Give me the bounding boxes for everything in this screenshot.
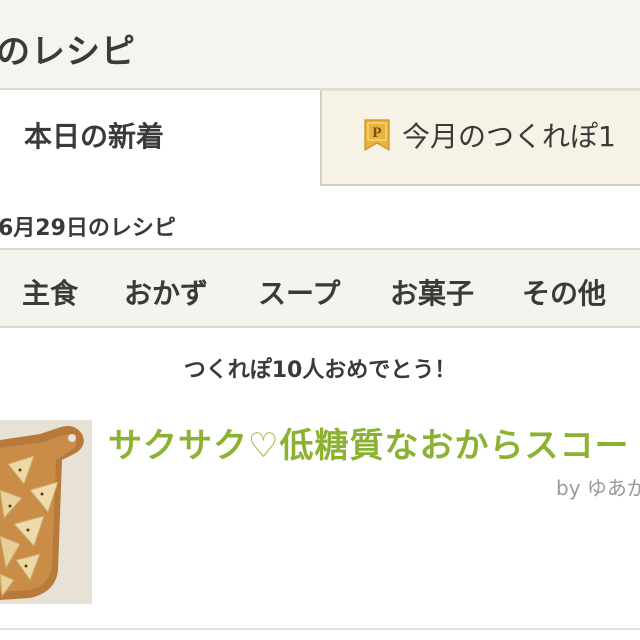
scone-on-cutting-board-photo — [0, 420, 92, 604]
page-title: のレシピ — [0, 32, 136, 72]
tab-monthly-tsukurepo[interactable]: P 今月のつくれぽ1 — [320, 90, 640, 186]
tab-monthly-tsukurepo-label: 今月のつくれぽ1 — [402, 119, 616, 153]
recipe-thumbnail[interactable] — [0, 420, 92, 604]
category-staple[interactable]: 主食 — [22, 272, 78, 312]
tab-today-new-label: 本日の新着 — [24, 120, 165, 153]
category-nav: 主食 おかず スープ お菓子 その他 — [0, 250, 640, 328]
date-heading-row: 6月29日のレシピ — [0, 186, 640, 250]
p-ribbon-badge-icon: P — [364, 118, 390, 151]
tab-today-new[interactable]: 本日の新着 — [0, 90, 320, 186]
svg-text:P: P — [372, 125, 381, 141]
category-soup[interactable]: スープ — [258, 272, 340, 312]
date-heading: 6月29日のレシピ — [0, 216, 176, 241]
congrats-message: つくれぽ10人おめでとう！ — [183, 358, 457, 383]
recipe-title-link[interactable]: サクサク♡低糖質なおからスコー — [108, 418, 629, 467]
category-side-dish[interactable]: おかず — [124, 272, 208, 312]
tab-bar: 本日の新着 P 今月のつくれぽ1 — [0, 90, 640, 186]
divider — [0, 628, 640, 630]
category-sweets[interactable]: お菓子 — [390, 272, 474, 312]
header: のレシピ — [0, 0, 640, 90]
recipe-list-page: のレシピ 本日の新着 P 今月のつくれぽ1 6月29日のレシピ 主食 おかず ス… — [0, 0, 640, 640]
recipe-author: by ゆあか — [556, 476, 640, 500]
category-other[interactable]: その他 — [522, 272, 606, 312]
